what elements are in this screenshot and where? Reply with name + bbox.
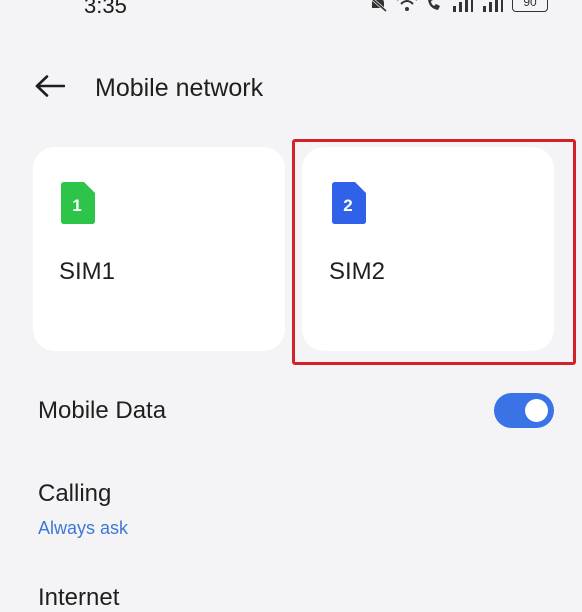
sim-card-icon: 1: [61, 182, 95, 229]
page-title: Mobile network: [95, 74, 264, 102]
status-bar: 3:35 90: [0, 0, 582, 26]
battery-indicator: 90: [512, 0, 548, 12]
wifi-icon: [396, 0, 418, 12]
sim1-number: 1: [72, 196, 81, 215]
mobile-data-row[interactable]: Mobile Data: [0, 385, 582, 437]
toggle-knob: [525, 399, 548, 422]
internet-label: Internet: [38, 584, 120, 611]
sim1-card[interactable]: 1 SIM1: [33, 147, 285, 351]
mobile-data-label: Mobile Data: [38, 397, 167, 424]
arrow-left-icon: [35, 74, 66, 102]
sim2-label: SIM2: [329, 258, 386, 285]
sim2-number: 2: [343, 196, 352, 215]
signal-icon: [452, 0, 474, 12]
app-header: Mobile network: [0, 58, 582, 118]
status-icons: 90: [368, 0, 548, 12]
mute-icon: [368, 0, 388, 12]
calling-value: Always ask: [38, 518, 129, 538]
volte-call-icon: [426, 0, 444, 12]
sim-card-icon: 2: [332, 182, 366, 229]
sim2-card[interactable]: 2 SIM2: [302, 147, 554, 351]
calling-label: Calling: [38, 480, 112, 507]
sim1-label: SIM1: [59, 258, 116, 285]
back-button[interactable]: [30, 70, 70, 106]
mobile-data-toggle[interactable]: [494, 393, 554, 428]
internet-row[interactable]: Internet: [0, 570, 582, 611]
calling-row[interactable]: Calling Always ask: [0, 470, 582, 550]
signal-icon: [482, 0, 504, 12]
status-time: 3:35: [84, 0, 127, 18]
